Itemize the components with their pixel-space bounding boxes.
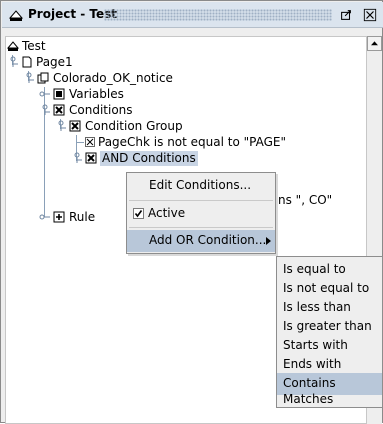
- menu-separator: [129, 200, 273, 201]
- menu-item-label: Active: [148, 206, 186, 220]
- close-icon[interactable]: [362, 7, 378, 23]
- and-conditions-icon: [85, 152, 97, 164]
- variables-icon: [53, 88, 65, 100]
- submenu-item-label: Is not equal to: [283, 281, 370, 295]
- expanded-toggle-icon[interactable]: [39, 104, 51, 116]
- project-icon: [7, 41, 19, 51]
- menu-item-edit-conditions[interactable]: Edit Conditions...: [127, 175, 275, 197]
- menu-item-add-or-condition[interactable]: Add OR Condition...: [127, 230, 275, 252]
- submenu-conditions: Is equal to Is not equal to Is less than…: [276, 256, 383, 408]
- tree-node-label: Conditions: [69, 103, 133, 117]
- submenu-item[interactable]: Matches: [277, 392, 382, 408]
- document-icon: [37, 72, 49, 84]
- menu-item-label: Edit Conditions...: [149, 178, 252, 192]
- tree-node-label: Colorado_OK_notice: [53, 71, 173, 85]
- tree-node-label: Rule: [69, 210, 96, 224]
- rules-icon: [53, 211, 65, 223]
- condition-group-icon: [69, 120, 81, 132]
- scroll-up-arrow-icon[interactable]: [367, 36, 382, 51]
- tree-node-label: ns ", CO": [278, 193, 333, 207]
- expanded-toggle-icon[interactable]: [71, 152, 83, 164]
- checkbox-checked-icon[interactable]: [133, 208, 144, 219]
- maximize-icon[interactable]: [338, 7, 354, 23]
- expanded-toggle-icon[interactable]: [55, 120, 67, 132]
- submenu-item-label: Is less than: [283, 300, 351, 314]
- tree-line: [76, 142, 84, 143]
- tree-node-label: Test: [22, 39, 46, 53]
- expanded-toggle-icon[interactable]: [7, 56, 19, 68]
- menu-separator: [129, 227, 273, 228]
- title-bar-grip: [104, 9, 332, 21]
- menu-item-active[interactable]: Active: [127, 203, 275, 225]
- submenu-item-label: Starts with: [283, 338, 348, 352]
- condition-icon: [85, 137, 95, 147]
- tree-node-label: Variables: [69, 87, 124, 101]
- submenu-item-label: Contains: [283, 376, 336, 390]
- collapsed-toggle-icon[interactable]: [39, 211, 51, 223]
- project-icon: [9, 10, 23, 21]
- tree-node-label: AND Conditions: [100, 151, 198, 166]
- submenu-item-label: Is equal to: [283, 262, 346, 276]
- submenu-arrow-icon: [266, 237, 271, 245]
- submenu-item-label: Is greater than: [283, 319, 372, 333]
- tree-node-label: Condition Group: [85, 119, 183, 133]
- tree-node-label: Page1: [36, 55, 73, 69]
- expanded-toggle-icon[interactable]: [23, 72, 35, 84]
- conditions-icon: [53, 104, 65, 116]
- submenu-item-label: Ends with: [283, 357, 342, 371]
- menu-item-label: Add OR Condition...: [149, 233, 267, 247]
- submenu-item-label: Matches: [283, 392, 334, 406]
- page-icon: [22, 56, 32, 68]
- tree-node-label: PageChk is not equal to "PAGE": [98, 135, 287, 149]
- context-menu: Edit Conditions... Active Add OR Conditi…: [126, 172, 276, 254]
- collapsed-toggle-icon[interactable]: [39, 88, 51, 100]
- title-bar[interactable]: Project - Test: [2, 2, 383, 28]
